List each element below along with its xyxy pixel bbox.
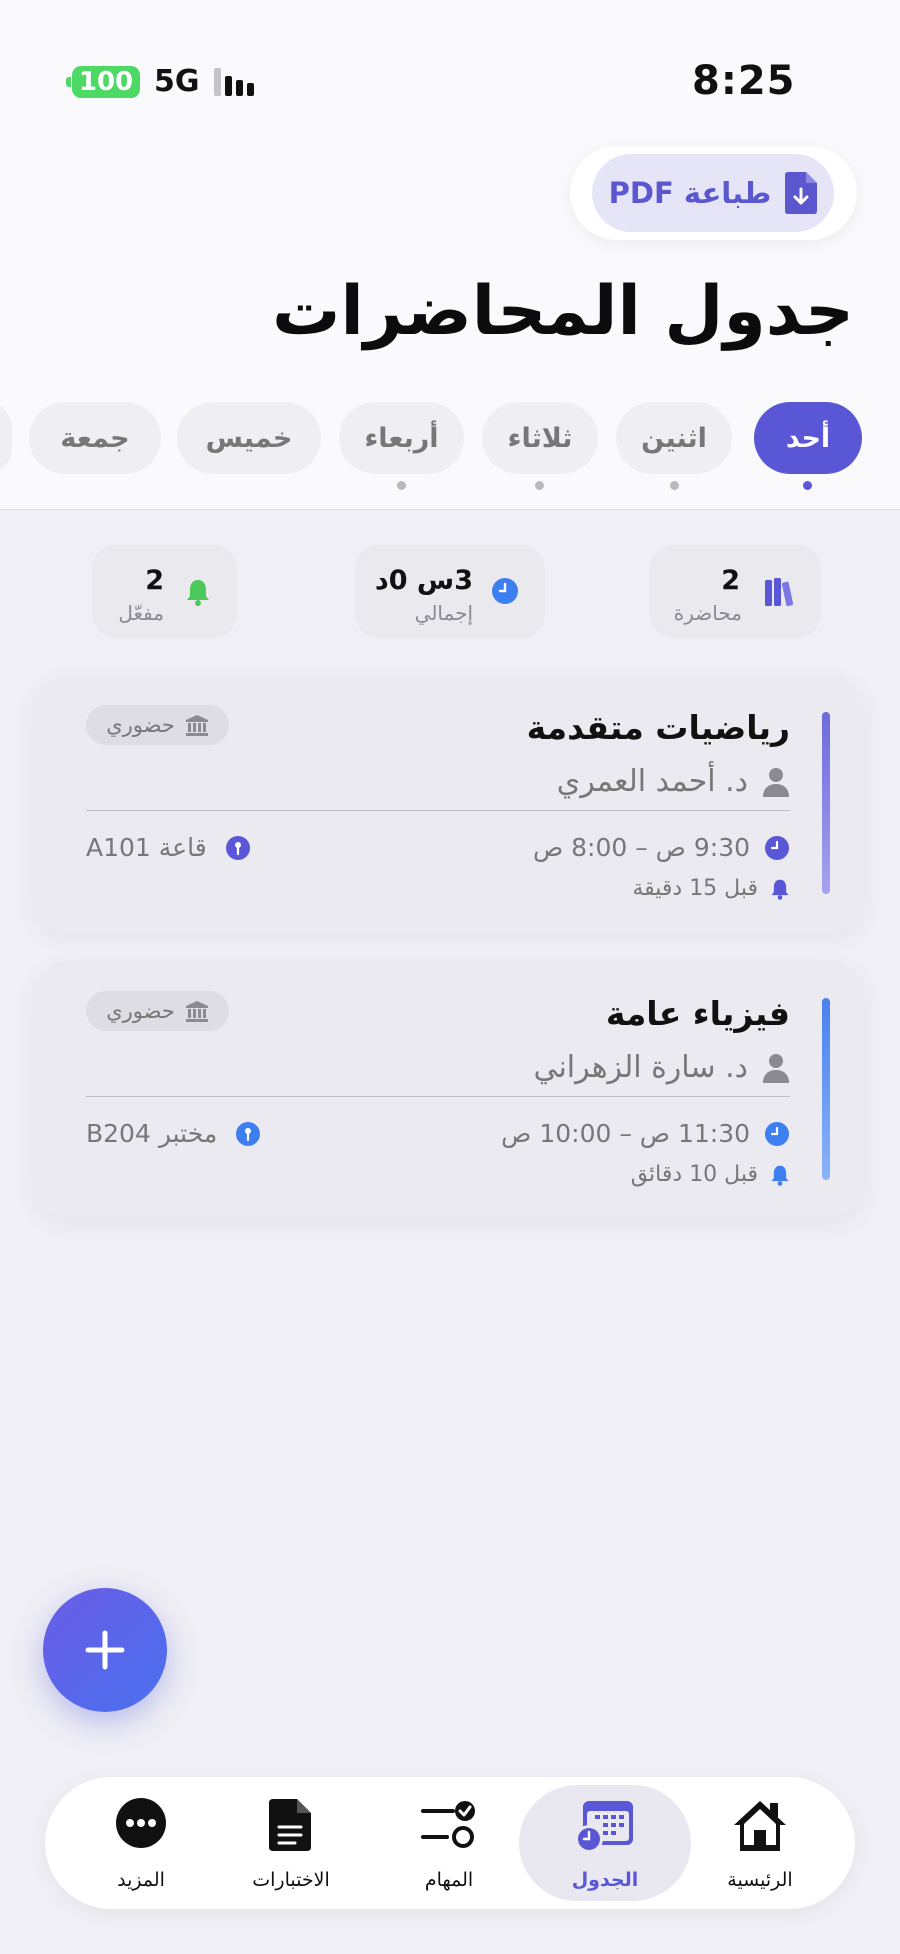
lecture-title: فيزياء عامة xyxy=(605,994,790,1033)
signal-icon xyxy=(213,67,254,96)
bottom-nav: الرئيسية الجدول المهام الاختبارات المزيد xyxy=(45,1777,855,1909)
calendar-clock-icon xyxy=(575,1801,633,1853)
nav-label-home: الرئيسية xyxy=(727,1869,793,1891)
tab-day-thursday[interactable]: خميس xyxy=(177,402,321,474)
person-icon xyxy=(763,1053,789,1083)
lecture-instructor-name: د. أحمد العمري xyxy=(556,764,748,799)
more-icon xyxy=(116,1798,166,1848)
network-label: 5G xyxy=(154,64,200,99)
lecture-time-range: 11:30 ص – 10:00 ص xyxy=(501,1119,750,1148)
add-lecture-button[interactable] xyxy=(43,1588,167,1712)
day-indicator-dot xyxy=(397,481,406,490)
card-divider xyxy=(86,1096,790,1097)
tasks-toggle-icon xyxy=(421,1801,475,1848)
lecture-instructor: د. سارة الزهراني xyxy=(533,1050,790,1085)
day-indicator-dot xyxy=(670,481,679,490)
bell-icon xyxy=(187,580,209,606)
bell-icon xyxy=(771,1165,789,1186)
stat-enabled-value: 2 xyxy=(145,565,164,596)
clock-icon xyxy=(765,1121,789,1146)
lecture-reminder-text: قبل 15 دقيقة xyxy=(632,876,758,901)
day-indicator-dot xyxy=(535,481,544,490)
plus-icon xyxy=(85,1630,125,1670)
nav-item-tasks[interactable]: المهام xyxy=(374,1777,524,1909)
page-title: جدول المحاضرات xyxy=(272,272,854,351)
stat-total-label: إجمالي xyxy=(414,601,473,625)
lecture-mode-badge: حضوري xyxy=(86,705,229,745)
stat-lectures: 2 محاضرة xyxy=(650,545,821,638)
lecture-time-range: 9:30 ص – 8:00 ص xyxy=(532,833,750,862)
lecture-time: 11:30 ص – 10:00 ص xyxy=(501,1119,790,1148)
lecture-location: مختبر B204 xyxy=(86,1119,261,1148)
lecture-card[interactable]: رياضيات متقدمة حضوري د. أحمد العمري 9:30… xyxy=(34,676,864,932)
lecture-card[interactable]: فيزياء عامة حضوري د. سارة الزهراني 11:30… xyxy=(34,962,864,1218)
lecture-time: 9:30 ص – 8:00 ص xyxy=(533,833,790,862)
lecture-reminder-text: قبل 10 دقائق xyxy=(630,1162,758,1187)
tab-day-wednesday[interactable]: أربعاء xyxy=(339,402,464,474)
stat-enabled-label: مفعّل xyxy=(118,601,164,625)
lecture-reminder: قبل 15 دقيقة xyxy=(632,876,790,901)
lecture-mode-label: حضوري xyxy=(106,713,175,737)
lecture-location: قاعة A101 xyxy=(86,833,251,862)
lecture-instructor: د. أحمد العمري xyxy=(557,764,790,799)
tab-day-sunday[interactable]: أحد xyxy=(754,402,862,474)
lecture-instructor-name: د. سارة الزهراني xyxy=(533,1050,748,1085)
lecture-title: رياضيات متقدمة xyxy=(526,708,790,747)
location-pin-icon xyxy=(236,1121,261,1146)
nav-label-schedule: الجدول xyxy=(571,1869,639,1891)
building-icon xyxy=(185,1001,208,1022)
print-pdf-label: طباعة PDF xyxy=(608,176,772,210)
nav-label-exams: الاختبارات xyxy=(252,1869,330,1891)
clock-icon xyxy=(492,578,518,604)
print-pdf-button[interactable]: طباعة PDF xyxy=(592,154,834,232)
clock-icon xyxy=(765,835,789,860)
tab-day-friday[interactable]: جمعة xyxy=(29,402,161,474)
lecture-reminder: قبل 10 دقائق xyxy=(631,1162,790,1187)
pdf-download-icon xyxy=(785,172,818,214)
lecture-room: قاعة A101 xyxy=(86,833,207,862)
lecture-color-bar xyxy=(822,712,830,894)
nav-item-exams[interactable]: الاختبارات xyxy=(216,1777,366,1909)
home-icon xyxy=(734,1801,786,1851)
stat-total-value: 3س 0د xyxy=(374,565,473,596)
status-time: 8:25 xyxy=(692,58,796,104)
tab-day-monday[interactable]: اثنين xyxy=(616,402,732,474)
location-pin-icon xyxy=(225,835,250,860)
document-icon xyxy=(269,1799,311,1851)
bell-icon xyxy=(771,879,789,900)
stat-lectures-value: 2 xyxy=(721,565,740,596)
card-divider xyxy=(86,810,790,811)
nav-label-more: المزيد xyxy=(117,1869,165,1891)
day-indicator-dot xyxy=(803,481,812,490)
person-icon xyxy=(763,767,789,797)
status-indicators: 100 5G xyxy=(66,64,254,99)
books-icon xyxy=(765,578,794,606)
nav-label-tasks: المهام xyxy=(424,1869,474,1891)
battery-icon: 100 xyxy=(66,65,140,98)
stat-enabled: 2 مفعّل xyxy=(92,545,237,638)
stat-total: 3س 0د إجمالي xyxy=(355,545,545,638)
lecture-room: مختبر B204 xyxy=(86,1119,218,1148)
nav-item-more[interactable]: المزيد xyxy=(66,1777,216,1909)
lecture-mode-label: حضوري xyxy=(106,999,175,1023)
nav-item-home[interactable]: الرئيسية xyxy=(685,1777,835,1909)
tab-day-tuesday[interactable]: ثلاثاء xyxy=(482,402,598,474)
nav-item-schedule[interactable]: الجدول xyxy=(530,1777,680,1909)
stat-lectures-label: محاضرة xyxy=(673,601,742,625)
building-icon xyxy=(185,715,208,736)
print-button-container: طباعة PDF xyxy=(570,146,857,240)
lecture-mode-badge: حضوري xyxy=(86,991,229,1031)
lecture-color-bar xyxy=(822,998,830,1180)
